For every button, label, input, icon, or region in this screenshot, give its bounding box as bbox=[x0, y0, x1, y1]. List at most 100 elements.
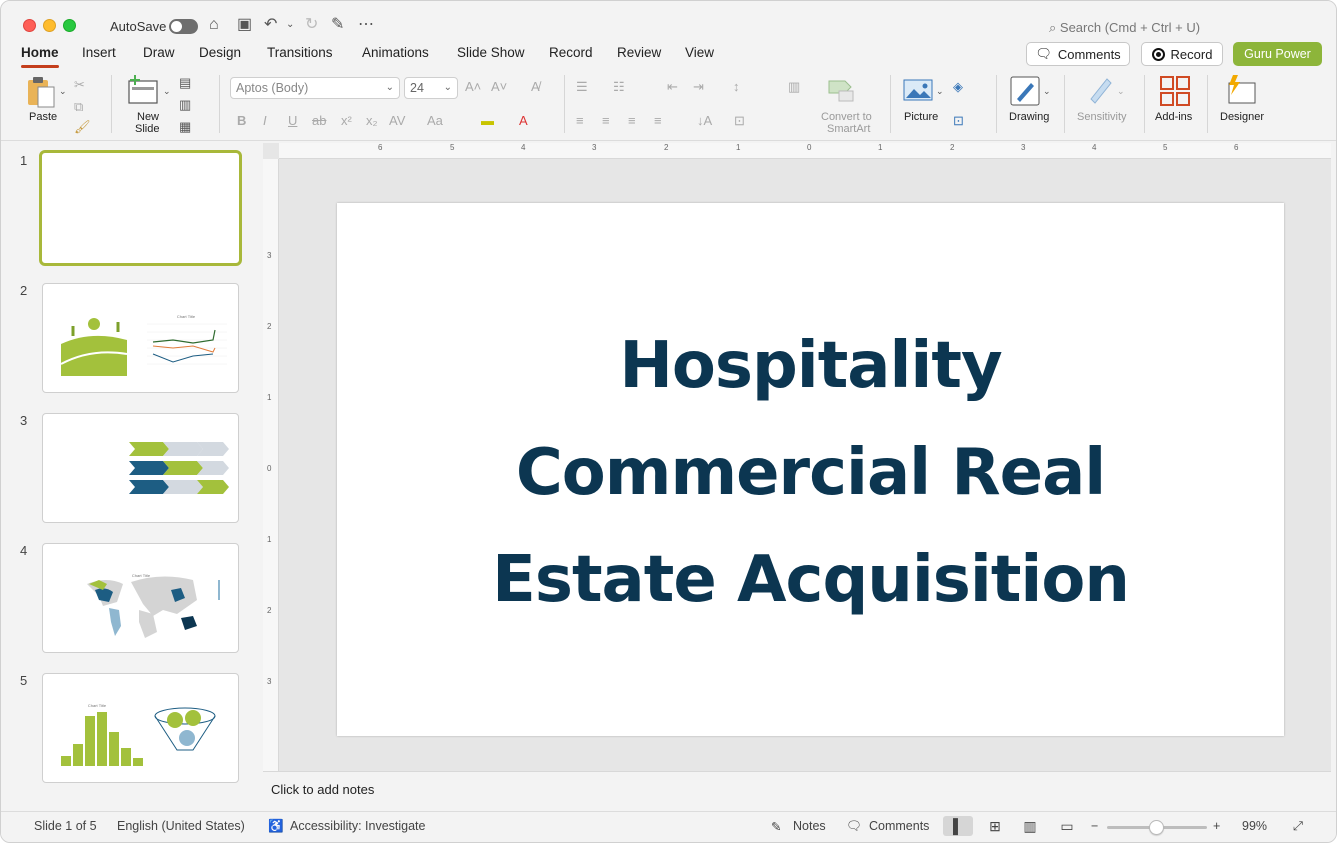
align-text-icon[interactable]: ⊡ bbox=[734, 113, 745, 129]
underline-icon[interactable]: U bbox=[288, 113, 297, 129]
text-direction-icon[interactable]: ↓A bbox=[697, 113, 712, 129]
slide-thumbnail-4[interactable]: Chart Title bbox=[42, 543, 239, 653]
autosave-toggle[interactable] bbox=[169, 19, 198, 34]
tab-draw[interactable]: Draw bbox=[143, 45, 175, 60]
highlight-icon[interactable]: ▬ bbox=[481, 113, 494, 129]
bold-icon[interactable]: B bbox=[237, 113, 246, 129]
reading-view-icon[interactable]: ▥ bbox=[1015, 816, 1045, 836]
character-spacing-icon[interactable]: AV bbox=[389, 113, 405, 129]
copy-icon[interactable]: ⧉ bbox=[74, 99, 83, 115]
shapes-icon[interactable]: ◈ bbox=[953, 79, 963, 95]
align-left-icon[interactable]: ≡ bbox=[576, 113, 584, 129]
sensitivity-dropdown-chevron-icon[interactable]: ⌄ bbox=[1117, 83, 1125, 99]
increase-font-size-icon[interactable]: A˄ bbox=[465, 79, 481, 95]
picture-dropdown-chevron-icon[interactable]: ⌄ bbox=[936, 83, 944, 99]
drawing-dropdown-chevron-icon[interactable]: ⌄ bbox=[1043, 83, 1051, 99]
zoom-in-icon[interactable]: + bbox=[1213, 819, 1220, 833]
line-spacing-icon[interactable]: ↕ bbox=[733, 79, 740, 95]
slide-sorter-view-icon[interactable]: ⊞ bbox=[980, 816, 1010, 836]
record-button[interactable]: Record bbox=[1141, 42, 1223, 66]
decrease-font-size-icon[interactable]: A˅ bbox=[491, 79, 507, 95]
designer-icon[interactable] bbox=[1225, 75, 1257, 107]
comment-icon[interactable]: 🗨 bbox=[846, 819, 862, 834]
new-slide-icon[interactable] bbox=[127, 75, 161, 107]
drawing-icon[interactable] bbox=[1009, 75, 1041, 107]
comments-toggle[interactable]: Comments bbox=[869, 819, 929, 833]
numbering-icon[interactable]: ☷ bbox=[613, 79, 625, 95]
minimize-window-button[interactable] bbox=[43, 19, 56, 32]
slide-show-view-icon[interactable]: ▭ bbox=[1052, 816, 1082, 836]
decrease-indent-icon[interactable]: ⇤ bbox=[667, 79, 678, 95]
fit-to-window-icon[interactable]: ⤢ bbox=[1293, 819, 1303, 834]
search-box[interactable]: ⌕ Search (Cmd + Ctrl + U) bbox=[1049, 20, 1200, 36]
section-icon[interactable]: ▦ bbox=[179, 119, 191, 135]
convert-smartart-label-2[interactable]: SmartArt bbox=[827, 123, 870, 135]
undo-icon[interactable]: ↶ bbox=[264, 15, 277, 35]
bullets-icon[interactable]: ☰ bbox=[576, 79, 588, 95]
tab-design[interactable]: Design bbox=[199, 45, 241, 60]
paste-dropdown-chevron-icon[interactable]: ⌄ bbox=[59, 83, 67, 99]
accessibility-status[interactable]: Accessibility: Investigate bbox=[290, 819, 425, 833]
columns-icon[interactable]: ▥ bbox=[788, 79, 800, 95]
slide-thumbnail-3[interactable] bbox=[42, 413, 239, 523]
zoom-level[interactable]: 99% bbox=[1242, 819, 1267, 833]
slide-thumbnail-2[interactable]: Chart Title bbox=[42, 283, 239, 393]
save-icon[interactable]: ▣ bbox=[237, 15, 252, 35]
italic-icon[interactable]: I bbox=[263, 113, 267, 129]
comments-button[interactable]: 🗨 Comments bbox=[1026, 42, 1130, 66]
tab-record[interactable]: Record bbox=[549, 45, 593, 60]
notes-icon[interactable]: ✎ bbox=[771, 819, 781, 834]
new-slide-dropdown-chevron-icon[interactable]: ⌄ bbox=[163, 83, 171, 99]
slide-title[interactable]: Hospitality Commercial Real Estate Acqui… bbox=[337, 313, 1284, 634]
close-window-button[interactable] bbox=[23, 19, 36, 32]
tab-transitions[interactable]: Transitions bbox=[267, 45, 333, 60]
slide-thumbnail-5[interactable]: Chart Title bbox=[42, 673, 239, 783]
redo-icon[interactable]: ↻ bbox=[305, 15, 318, 35]
customize-icon[interactable]: ✎ bbox=[331, 15, 344, 35]
font-size-select[interactable]: 24 ⌄ bbox=[404, 77, 458, 99]
reset-icon[interactable]: ▥ bbox=[179, 97, 191, 113]
more-icon[interactable]: ⋯ bbox=[358, 15, 374, 35]
convert-smartart-label-1[interactable]: Convert to bbox=[821, 111, 872, 123]
font-name-select[interactable]: Aptos (Body) ⌄ bbox=[230, 77, 400, 99]
change-case-icon[interactable]: Aa bbox=[427, 113, 443, 129]
tab-review[interactable]: Review bbox=[617, 45, 661, 60]
guru-power-button[interactable]: Guru Power bbox=[1233, 42, 1322, 66]
notes-toggle[interactable]: Notes bbox=[793, 819, 826, 833]
language-indicator[interactable]: English (United States) bbox=[117, 819, 245, 833]
zoom-window-button[interactable] bbox=[63, 19, 76, 32]
superscript-icon[interactable]: x² bbox=[341, 113, 352, 129]
tab-insert[interactable]: Insert bbox=[82, 45, 116, 60]
slide-thumbnail-1[interactable] bbox=[39, 150, 242, 266]
clear-formatting-icon[interactable]: A̸ bbox=[531, 79, 540, 95]
zoom-out-icon[interactable]: − bbox=[1091, 819, 1098, 833]
strikethrough-icon[interactable]: ab bbox=[312, 113, 326, 129]
increase-indent-icon[interactable]: ⇥ bbox=[693, 79, 704, 95]
tab-animations[interactable]: Animations bbox=[362, 45, 429, 60]
zoom-slider-handle[interactable] bbox=[1149, 820, 1164, 835]
home-icon[interactable]: ⌂ bbox=[209, 15, 219, 35]
subscript-icon[interactable]: x₂ bbox=[366, 113, 378, 129]
paste-icon[interactable] bbox=[25, 75, 59, 109]
cut-icon[interactable]: ✂ bbox=[74, 77, 85, 93]
font-color-icon[interactable]: A bbox=[519, 113, 528, 129]
notes-pane[interactable]: Click to add notes bbox=[263, 771, 1331, 811]
align-center-icon[interactable]: ≡ bbox=[602, 113, 610, 129]
layout-icon[interactable]: ▤ bbox=[179, 75, 191, 91]
tab-home[interactable]: Home bbox=[21, 45, 59, 68]
sensitivity-label[interactable]: Sensitivity bbox=[1077, 111, 1127, 123]
smartart-icon[interactable] bbox=[827, 77, 857, 103]
align-right-icon[interactable]: ≡ bbox=[628, 113, 636, 129]
accessibility-icon[interactable]: ♿ bbox=[268, 819, 284, 834]
format-painter-icon[interactable]: 🖌 bbox=[74, 119, 91, 135]
add-ins-icon[interactable] bbox=[1159, 75, 1191, 107]
sensitivity-icon[interactable] bbox=[1087, 75, 1115, 105]
tab-slide-show[interactable]: Slide Show bbox=[457, 45, 525, 60]
current-slide[interactable]: Hospitality Commercial Real Estate Acqui… bbox=[337, 203, 1284, 736]
normal-view-icon[interactable]: ▌ bbox=[943, 816, 973, 836]
tab-view[interactable]: View bbox=[685, 45, 714, 60]
text-box-icon[interactable]: ⊡ bbox=[953, 113, 964, 129]
picture-icon[interactable] bbox=[903, 77, 933, 103]
justify-icon[interactable]: ≡ bbox=[654, 113, 662, 129]
undo-dropdown-chevron-icon[interactable]: ⌄ bbox=[286, 15, 294, 35]
